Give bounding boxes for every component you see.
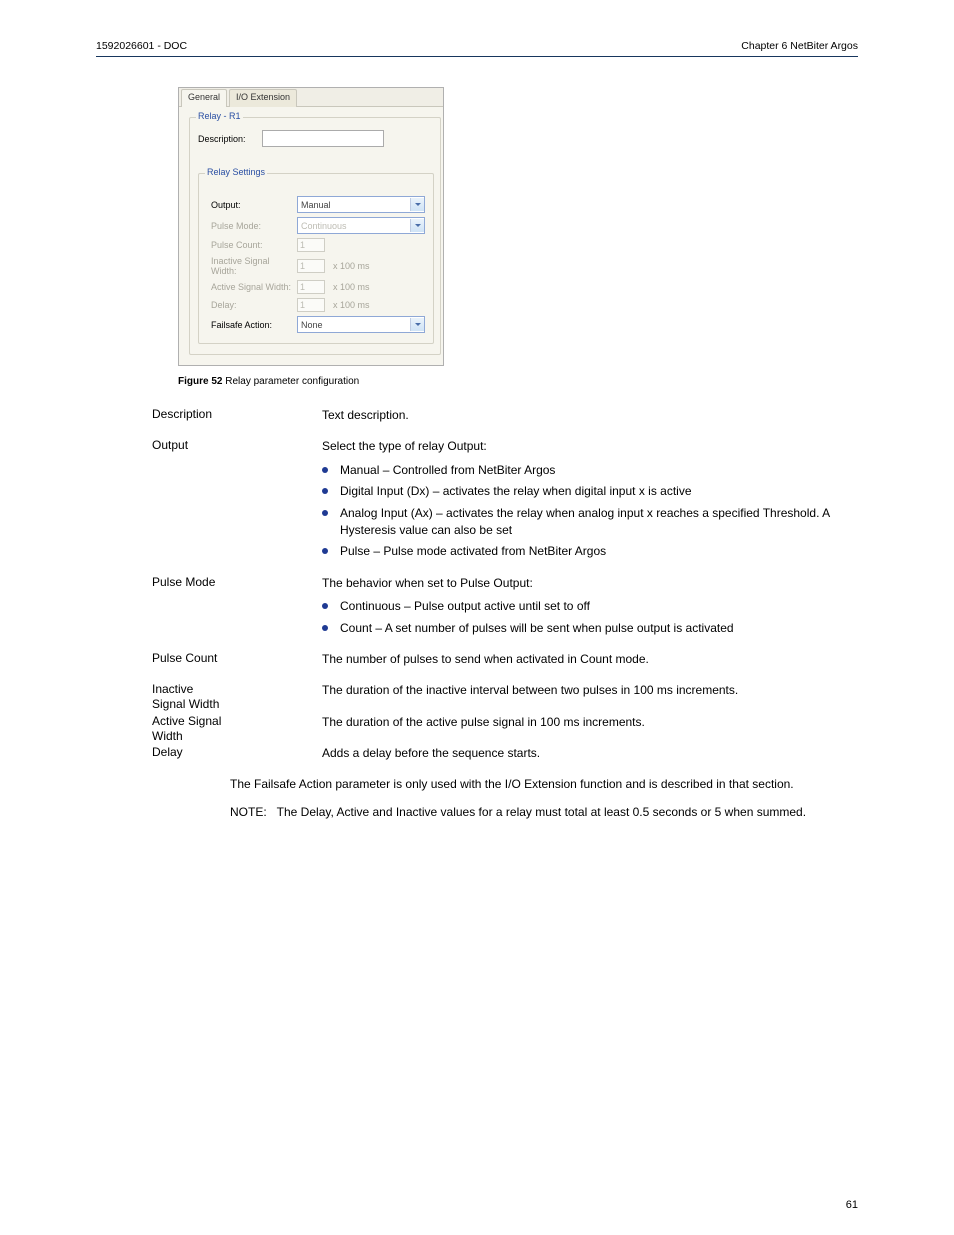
group-relay-settings-title: Relay Settings (205, 167, 267, 177)
description-input[interactable] (262, 130, 384, 147)
output-bullets: Manual – Controlled from NetBiter Argos … (322, 462, 858, 561)
section-inactive-signal-width: Inactive Signal Width The duration of th… (230, 682, 858, 699)
tab-io-extension[interactable]: I/O Extension (229, 89, 297, 107)
section-inactive-body: The duration of the inactive interval be… (322, 682, 858, 699)
relay-dialog: General I/O Extension Relay - R1 Descrip… (178, 87, 444, 366)
section-output-content: Select the type of relay Output: Manual … (322, 438, 858, 560)
note-text: The Delay, Active and Inactive values fo… (277, 804, 806, 821)
output-bullet: Digital Input (Dx) – activates the relay… (322, 483, 858, 500)
section-inactive-head: Inactive Signal Width (152, 682, 222, 712)
description-label: Description: (198, 134, 258, 144)
section-pulse-mode-head: Pulse Mode (152, 575, 222, 590)
section-delay-body: Adds a delay before the sequence starts. (322, 745, 858, 762)
pulse-mode-bullets: Continuous – Pulse output active until s… (322, 598, 858, 637)
dialog-body: Relay - R1 Description: Relay Settings O… (179, 107, 443, 365)
section-pulse-count-head: Pulse Count (152, 651, 222, 666)
failsafe-select-btn[interactable] (410, 318, 424, 331)
failsafe-label: Failsafe Action: (211, 320, 293, 330)
figure-relay-dialog: General I/O Extension Relay - R1 Descrip… (178, 87, 858, 366)
pulse-mode-select-value: Continuous (301, 221, 347, 231)
group-relay-title: Relay - R1 (196, 111, 243, 121)
pulse-mode-bullet: Continuous – Pulse output active until s… (322, 598, 858, 615)
output-bullet: Analog Input (Ax) – activates the relay … (322, 505, 858, 540)
pulse-count-input (297, 238, 325, 252)
doc-body: Description Text description. Output Sel… (230, 407, 858, 821)
pulse-mode-label: Pulse Mode: (211, 221, 293, 231)
chevron-down-icon (415, 323, 421, 326)
delay-suffix: x 100 ms (333, 300, 370, 310)
group-relay-r1: Relay - R1 Description: Relay Settings O… (189, 117, 441, 355)
group-relay-settings: Relay Settings Output: Manual Pulse Mode… (198, 173, 434, 344)
section-pulse-mode-content: The behavior when set to Pulse Output: C… (322, 575, 858, 637)
inactive-width-label: Inactive Signal Width: (211, 256, 293, 276)
section-pulse-count: Pulse Count The number of pulses to send… (230, 651, 858, 668)
section-active-head: Active Signal Width (152, 714, 222, 744)
section-delay: Delay Adds a delay before the sequence s… (230, 745, 858, 762)
pulse-mode-select: Continuous (297, 217, 425, 234)
header-right: Chapter 6 NetBiter Argos (741, 40, 858, 52)
figure-label: Figure 52 (178, 376, 222, 387)
output-select-value: Manual (301, 200, 331, 210)
section-output-intro: Select the type of relay Output: (322, 438, 858, 455)
figure-text: Relay parameter configuration (225, 376, 359, 387)
section-pulse-mode: Pulse Mode The behavior when set to Puls… (230, 575, 858, 637)
output-bullet: Manual – Controlled from NetBiter Argos (322, 462, 858, 479)
section-output: Output Select the type of relay Output: … (230, 438, 858, 560)
section-delay-head: Delay (152, 745, 222, 760)
failsafe-select-value: None (301, 320, 323, 330)
section-active-body: The duration of the active pulse signal … (322, 714, 858, 731)
figure-caption: Figure 52 Relay parameter configuration (178, 376, 858, 387)
output-bullet: Pulse – Pulse mode activated from NetBit… (322, 543, 858, 560)
section-description-head: Description (152, 407, 222, 422)
note-label: NOTE: (230, 804, 267, 821)
inactive-width-suffix: x 100 ms (333, 261, 370, 271)
header-rule (96, 56, 858, 57)
active-width-suffix: x 100 ms (333, 282, 370, 292)
page-header: 1592026601 - DOC Chapter 6 NetBiter Argo… (96, 40, 858, 56)
note-row: NOTE: The Delay, Active and Inactive val… (230, 804, 858, 821)
page-number: 61 (846, 1199, 858, 1211)
chevron-down-icon (415, 203, 421, 206)
pulse-count-label: Pulse Count: (211, 240, 293, 250)
section-pulse-count-body: The number of pulses to send when activa… (322, 651, 858, 668)
pulse-mode-select-btn (410, 219, 424, 232)
output-select[interactable]: Manual (297, 196, 425, 213)
active-width-input (297, 280, 325, 294)
inactive-width-input (297, 259, 325, 273)
failsafe-select[interactable]: None (297, 316, 425, 333)
delay-label: Delay: (211, 300, 293, 310)
section-output-head: Output (152, 438, 222, 453)
pulse-mode-bullet: Count – A set number of pulses will be s… (322, 620, 858, 637)
output-select-btn[interactable] (410, 198, 424, 211)
section-failsafe-text: The Failsafe Action parameter is only us… (230, 776, 858, 793)
section-description-body: Text description. (322, 407, 858, 424)
section-description: Description Text description. (230, 407, 858, 424)
section-pulse-mode-intro: The behavior when set to Pulse Output: (322, 575, 858, 592)
active-width-label: Active Signal Width: (211, 282, 293, 292)
page: 1592026601 - DOC Chapter 6 NetBiter Argo… (0, 0, 954, 1235)
dialog-tabs: General I/O Extension (179, 88, 443, 107)
failsafe-text: The Failsafe Action parameter is only us… (230, 776, 858, 793)
tab-general[interactable]: General (181, 89, 227, 107)
section-active-signal-width: Active Signal Width The duration of the … (230, 714, 858, 731)
chevron-down-icon (415, 224, 421, 227)
delay-input (297, 298, 325, 312)
output-label: Output: (211, 200, 293, 210)
header-left: 1592026601 - DOC (96, 40, 187, 52)
